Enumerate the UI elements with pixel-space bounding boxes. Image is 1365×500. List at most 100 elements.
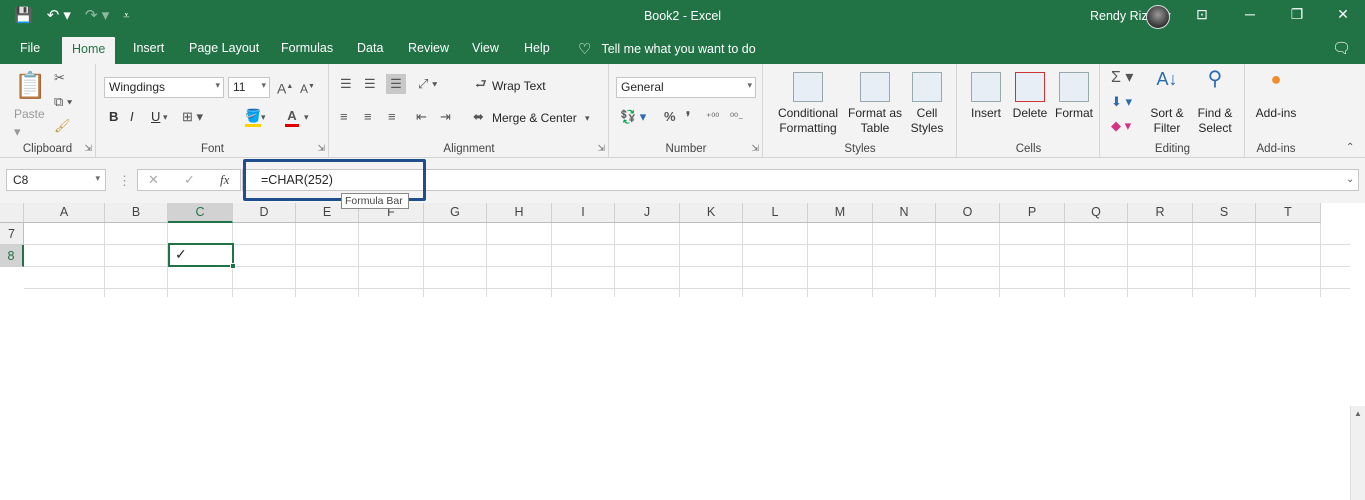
middle-align-icon[interactable]: ☰ [364,76,376,92]
borders-icon[interactable]: ⊞ ▾ [182,109,203,125]
column-header-p[interactable]: P [1000,203,1065,223]
fill-handle[interactable] [230,263,236,269]
tab-view[interactable]: View [472,41,499,55]
active-cell[interactable]: ✓ [168,243,236,269]
decrease-decimal-icon[interactable]: ⁰⁰₋ [730,110,743,126]
enter-icon[interactable]: ✓ [184,172,195,188]
chevron-down-icon[interactable]: ▾ [585,110,590,126]
format-button[interactable]: Format [1052,72,1096,121]
tab-insert[interactable]: Insert [133,41,164,55]
fill-color-icon[interactable]: 🪣 [245,108,262,127]
increase-font-icon[interactable]: A▲ [277,79,293,97]
save-icon[interactable]: 💾 [14,6,33,26]
bold-button[interactable]: B [109,109,118,125]
column-header-m[interactable]: M [808,203,873,223]
maximize-icon[interactable]: ❐ [1282,6,1312,23]
column-header-a[interactable]: A [24,203,105,223]
paste-button[interactable]: Paste [14,107,45,121]
undo-icon[interactable]: ↶ ▾ [47,6,71,26]
collapse-ribbon-icon[interactable]: ⌃ [1346,140,1354,156]
column-header-g[interactable]: G [424,203,487,223]
clear-icon[interactable]: ◆ ▾ [1111,118,1131,134]
merge-center-button[interactable]: Merge & Center [492,111,577,125]
expand-formula-bar-icon[interactable]: ⌄ [1346,172,1354,188]
select-all-corner[interactable] [0,203,24,223]
cell-styles-button[interactable]: Cell Styles [904,72,950,136]
column-header-c[interactable]: C [168,203,233,223]
orientation-icon[interactable]: ⤢ ▾ [418,76,437,92]
addins-button[interactable]: ● Add-ins [1250,70,1302,121]
align-left-icon[interactable]: ≡ [340,109,348,125]
wrap-text-icon[interactable]: ⮐ [475,76,487,92]
column-header-k[interactable]: K [680,203,743,223]
font-name-select[interactable]: Wingdings ▾ [104,77,224,98]
insert-button[interactable]: Insert [964,72,1008,121]
autosum-icon[interactable]: Σ ▾ [1111,70,1133,86]
minimize-icon[interactable]: ─ [1235,6,1265,22]
tab-data[interactable]: Data [357,41,383,55]
customize-icon[interactable]: ⩡ [123,6,129,26]
number-launcher-icon[interactable]: ⇲ [751,143,759,154]
font-color-icon[interactable]: A [285,108,299,127]
fill-icon[interactable]: ⬇ ▾ [1111,94,1132,110]
number-format-select[interactable]: General ▾ [616,77,756,98]
comma-style-icon[interactable]: ❜ [686,109,690,125]
name-box[interactable]: C8 ▾ [6,169,106,191]
align-right-icon[interactable]: ≡ [388,109,396,125]
chevron-down-icon[interactable]: ▾ [304,109,309,125]
merge-center-icon[interactable]: ⬌ [473,109,484,125]
font-size-select[interactable]: 11 ▾ [228,77,270,98]
paste-icon[interactable]: 📋 [14,70,46,102]
column-header-s[interactable]: S [1193,203,1256,223]
column-header-b[interactable]: B [105,203,168,223]
tab-home[interactable]: Home [62,37,116,64]
column-header-t[interactable]: T [1256,203,1321,223]
cancel-icon[interactable]: ✕ [148,172,159,188]
redo-icon[interactable]: ↷ ▾ [85,6,109,26]
avatar[interactable] [1146,5,1170,29]
bottom-align-icon[interactable]: ☰ [386,74,406,94]
column-header-h[interactable]: H [487,203,552,223]
decrease-indent-icon[interactable]: ⇤ [416,109,427,125]
tab-page-layout[interactable]: Page Layout [189,41,259,55]
delete-button[interactable]: Delete [1008,72,1052,121]
font-launcher-icon[interactable]: ⇲ [317,143,325,154]
decrease-font-icon[interactable]: A▼ [300,79,315,97]
column-header-o[interactable]: O [936,203,1000,223]
column-header-n[interactable]: N [873,203,936,223]
accounting-format-icon[interactable]: 💱 ▾ [620,109,646,125]
tab-formulas[interactable]: Formulas [281,41,333,55]
column-header-l[interactable]: L [743,203,808,223]
insert-function-button[interactable]: fx [220,172,229,188]
close-icon[interactable]: ✕ [1328,6,1358,23]
column-header-q[interactable]: Q [1065,203,1128,223]
percent-icon[interactable]: % [664,109,676,125]
alignment-launcher-icon[interactable]: ⇲ [597,143,605,154]
chevron-down-icon[interactable]: ▾ [163,109,168,125]
ribbon-display-options-icon[interactable]: ⊡ [1187,6,1217,23]
scroll-up-icon[interactable]: ▲ [1351,409,1365,418]
increase-decimal-icon[interactable]: ⁺⁰⁰ [706,110,719,126]
find-select-button[interactable]: ⚲ Find & Select [1191,69,1239,136]
top-align-icon[interactable]: ☰ [340,76,352,92]
tab-help[interactable]: Help [524,41,550,55]
clipboard-launcher-icon[interactable]: ⇲ [84,143,92,154]
row-header-8[interactable]: 8 [0,245,24,267]
column-header-r[interactable]: R [1128,203,1193,223]
row-header-7[interactable]: 7 [0,223,24,245]
column-header-j[interactable]: J [615,203,680,223]
format-as-table-button[interactable]: Format as Table [846,72,904,136]
underline-button[interactable]: U [151,109,160,125]
sort-filter-button[interactable]: A↓ Sort & Filter [1145,70,1189,136]
chevron-down-icon[interactable]: ▾ [14,124,21,140]
copy-icon[interactable]: ⧉ ▾ [54,94,72,110]
conditional-formatting-button[interactable]: Conditional Formatting [772,72,844,136]
column-header-i[interactable]: I [552,203,615,223]
format-painter-icon[interactable]: 🖌 [54,118,71,134]
comments-icon[interactable]: 🗨 [1332,39,1351,57]
tab-review[interactable]: Review [408,41,449,55]
align-center-icon[interactable]: ≡ [364,109,372,125]
cut-icon[interactable]: ✂ [54,70,65,86]
more-options-icon[interactable]: ⋮ [118,173,131,189]
vertical-scrollbar[interactable]: ▲ [1350,406,1365,500]
